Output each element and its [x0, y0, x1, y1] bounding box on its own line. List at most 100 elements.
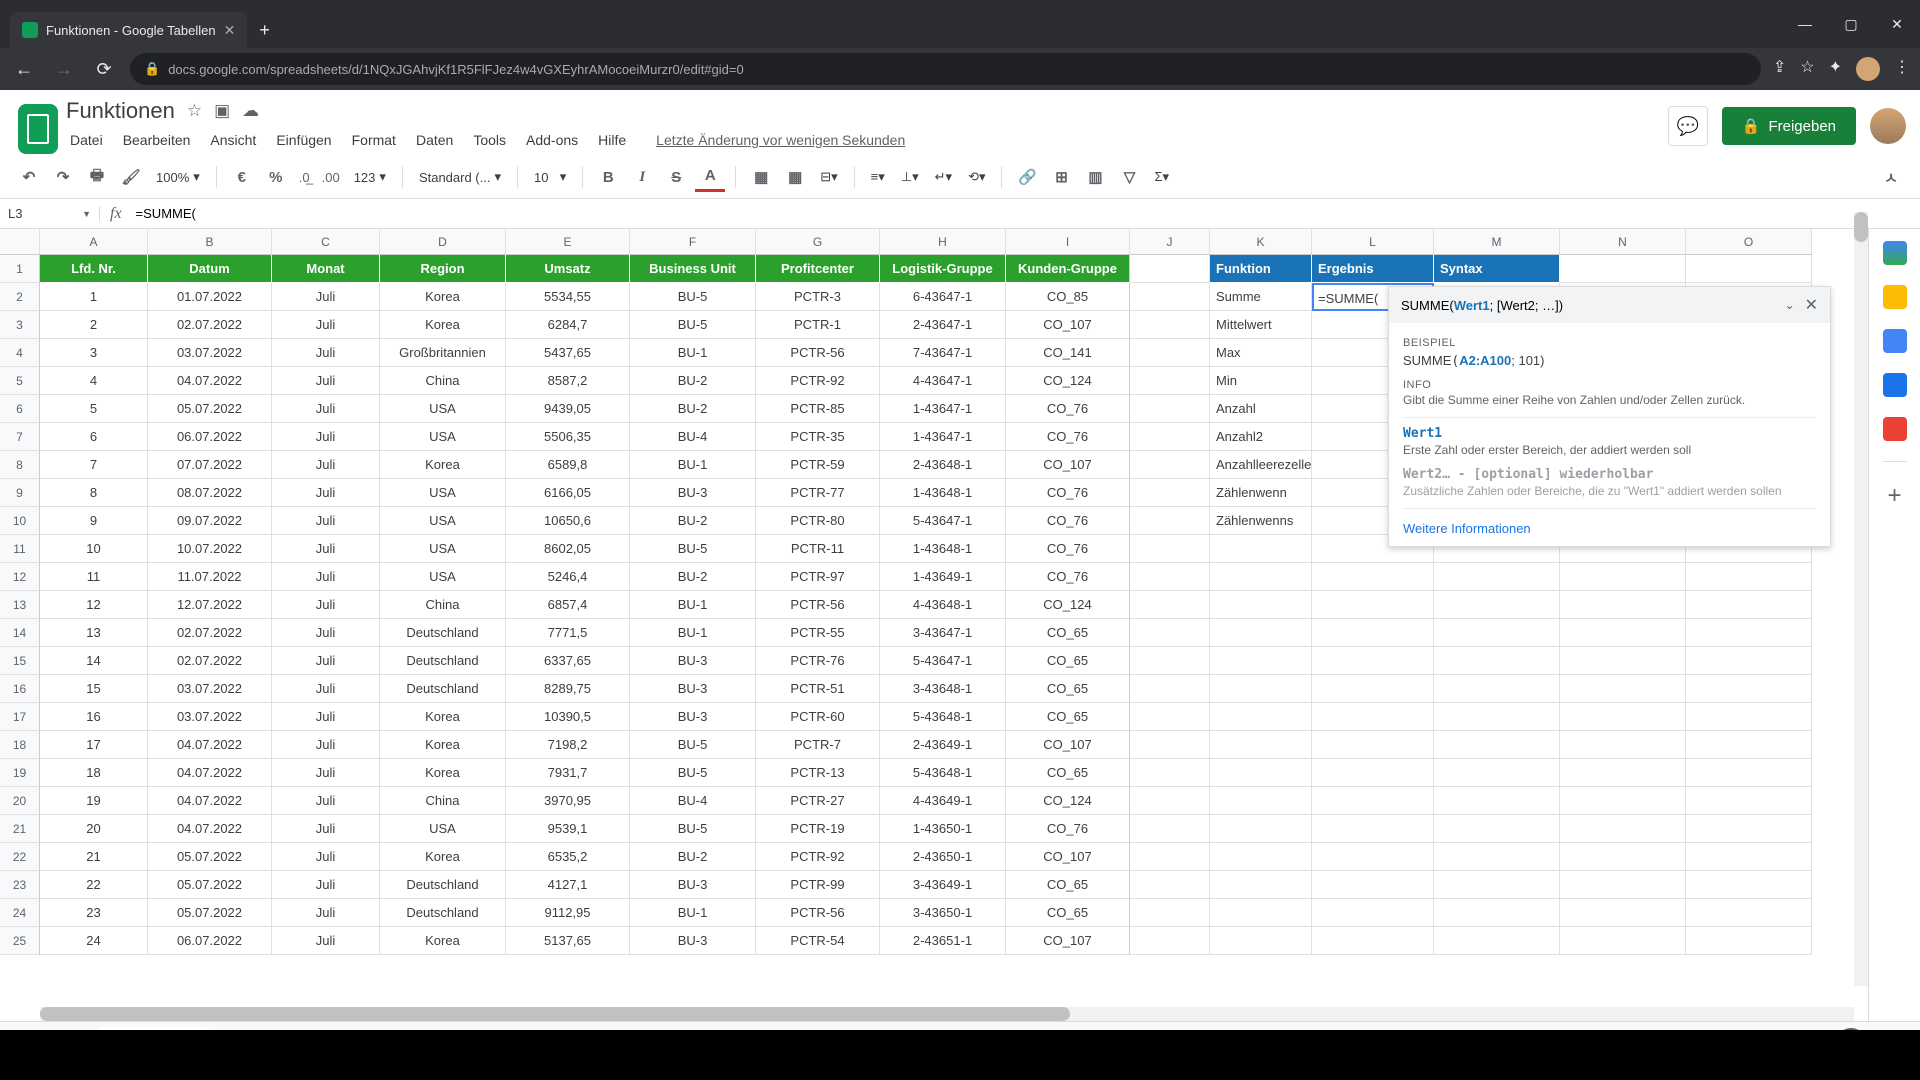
data-cell[interactable]: BU-2 [630, 563, 756, 591]
cell[interactable] [1434, 927, 1560, 955]
cell[interactable] [1312, 703, 1434, 731]
close-tab-icon[interactable]: ✕ [224, 22, 236, 39]
data-cell[interactable]: 7931,7 [506, 759, 630, 787]
data-cell[interactable]: 2-43647-1 [880, 311, 1006, 339]
profile-avatar[interactable] [1856, 57, 1880, 81]
data-cell[interactable]: 8602,05 [506, 535, 630, 563]
data-cell[interactable]: 5246,4 [506, 563, 630, 591]
data-cell[interactable]: Deutschland [380, 899, 506, 927]
row-header[interactable]: 16 [0, 675, 40, 703]
data-cell[interactable]: BU-3 [630, 647, 756, 675]
data-cell[interactable]: Juli [272, 675, 380, 703]
row-header[interactable]: 23 [0, 871, 40, 899]
data-cell[interactable]: BU-5 [630, 815, 756, 843]
data-cell[interactable]: PCTR-55 [756, 619, 880, 647]
row-header[interactable]: 15 [0, 647, 40, 675]
cell[interactable] [1686, 731, 1812, 759]
func-name-cell[interactable] [1210, 675, 1312, 703]
data-cell[interactable]: USA [380, 563, 506, 591]
cell[interactable] [1686, 815, 1812, 843]
data-cell[interactable]: Juli [272, 339, 380, 367]
data-cell[interactable]: CO_65 [1006, 675, 1130, 703]
data-cell[interactable]: 15 [40, 675, 148, 703]
cell[interactable] [1312, 647, 1434, 675]
data-cell[interactable]: Deutschland [380, 647, 506, 675]
data-cell[interactable]: 5137,65 [506, 927, 630, 955]
currency-icon[interactable]: € [227, 162, 257, 192]
data-cell[interactable]: PCTR-85 [756, 395, 880, 423]
data-cell[interactable]: 05.07.2022 [148, 871, 272, 899]
cell[interactable] [1130, 619, 1210, 647]
data-cell[interactable]: 16 [40, 703, 148, 731]
comments-button[interactable]: 💬 [1668, 106, 1708, 146]
func-name-cell[interactable]: Min [1210, 367, 1312, 395]
col-header[interactable]: L [1312, 229, 1434, 255]
data-cell[interactable]: Korea [380, 843, 506, 871]
print-icon[interactable]: 🖶 [82, 162, 112, 192]
data-cell[interactable]: 6535,2 [506, 843, 630, 871]
data-cell[interactable]: Juli [272, 423, 380, 451]
data-cell[interactable]: Korea [380, 927, 506, 955]
data-cell[interactable]: Juli [272, 367, 380, 395]
add-addon-icon[interactable]: + [1887, 482, 1901, 510]
data-cell[interactable]: 3-43648-1 [880, 675, 1006, 703]
data-cell[interactable]: Korea [380, 759, 506, 787]
redo-icon[interactable]: ↷ [48, 162, 78, 192]
col-header[interactable]: M [1434, 229, 1560, 255]
cell[interactable] [1686, 619, 1812, 647]
cell[interactable] [1560, 815, 1686, 843]
data-cell[interactable]: 5-43647-1 [880, 647, 1006, 675]
data-cell[interactable]: Juli [272, 647, 380, 675]
cell[interactable] [1130, 311, 1210, 339]
cell[interactable] [1686, 843, 1812, 871]
help-collapse-icon[interactable]: ⌄ [1785, 298, 1795, 312]
row-header[interactable]: 25 [0, 927, 40, 955]
data-cell[interactable]: USA [380, 535, 506, 563]
data-cell[interactable]: 3-43650-1 [880, 899, 1006, 927]
data-cell[interactable]: USA [380, 815, 506, 843]
zoom-dropdown[interactable]: 100% ▾ [150, 169, 206, 185]
col-header[interactable]: J [1130, 229, 1210, 255]
valign-dropdown[interactable]: ⊥▾ [895, 169, 925, 185]
cell[interactable] [1560, 759, 1686, 787]
data-cell[interactable]: 8587,2 [506, 367, 630, 395]
menu-datei[interactable]: Datei [66, 130, 107, 150]
data-cell[interactable]: 8 [40, 479, 148, 507]
data-cell[interactable]: 1-43649-1 [880, 563, 1006, 591]
func-name-cell[interactable]: Anzahlleerezellen [1210, 451, 1312, 479]
number-format-dropdown[interactable]: 123▾ [348, 169, 392, 185]
row-header[interactable]: 14 [0, 619, 40, 647]
data-cell[interactable]: 3-43649-1 [880, 871, 1006, 899]
data-cell[interactable]: 19 [40, 787, 148, 815]
link-icon[interactable]: 🔗 [1012, 162, 1042, 192]
data-cell[interactable]: 5-43648-1 [880, 703, 1006, 731]
browser-tab[interactable]: Funktionen - Google Tabellen ✕ [10, 12, 247, 48]
filter-icon[interactable]: ▽ [1114, 162, 1144, 192]
data-cell[interactable]: 5-43648-1 [880, 759, 1006, 787]
func-name-cell[interactable]: Zählenwenns [1210, 507, 1312, 535]
data-cell[interactable]: 04.07.2022 [148, 759, 272, 787]
col-header[interactable]: N [1560, 229, 1686, 255]
cell[interactable] [1130, 395, 1210, 423]
data-cell[interactable]: PCTR-77 [756, 479, 880, 507]
menu-addons[interactable]: Add-ons [522, 130, 582, 150]
data-cell[interactable]: 7 [40, 451, 148, 479]
data-cell[interactable]: Juli [272, 563, 380, 591]
data-cell[interactable]: PCTR-80 [756, 507, 880, 535]
formula-input[interactable]: =SUMME( [132, 206, 1920, 221]
share-icon[interactable]: ⇪ [1773, 57, 1786, 81]
data-cell[interactable]: CO_107 [1006, 731, 1130, 759]
data-cell[interactable]: PCTR-59 [756, 451, 880, 479]
data-cell[interactable]: 4-43647-1 [880, 367, 1006, 395]
cell[interactable] [1434, 899, 1560, 927]
bold-button[interactable]: B [593, 162, 623, 192]
italic-button[interactable]: I [627, 162, 657, 192]
data-cell[interactable]: 3-43647-1 [880, 619, 1006, 647]
row-header[interactable]: 4 [0, 339, 40, 367]
undo-icon[interactable]: ↶ [14, 162, 44, 192]
func-name-cell[interactable] [1210, 759, 1312, 787]
row-header[interactable]: 1 [0, 255, 40, 283]
cell[interactable] [1312, 787, 1434, 815]
cell[interactable] [1130, 591, 1210, 619]
cell[interactable] [1130, 367, 1210, 395]
